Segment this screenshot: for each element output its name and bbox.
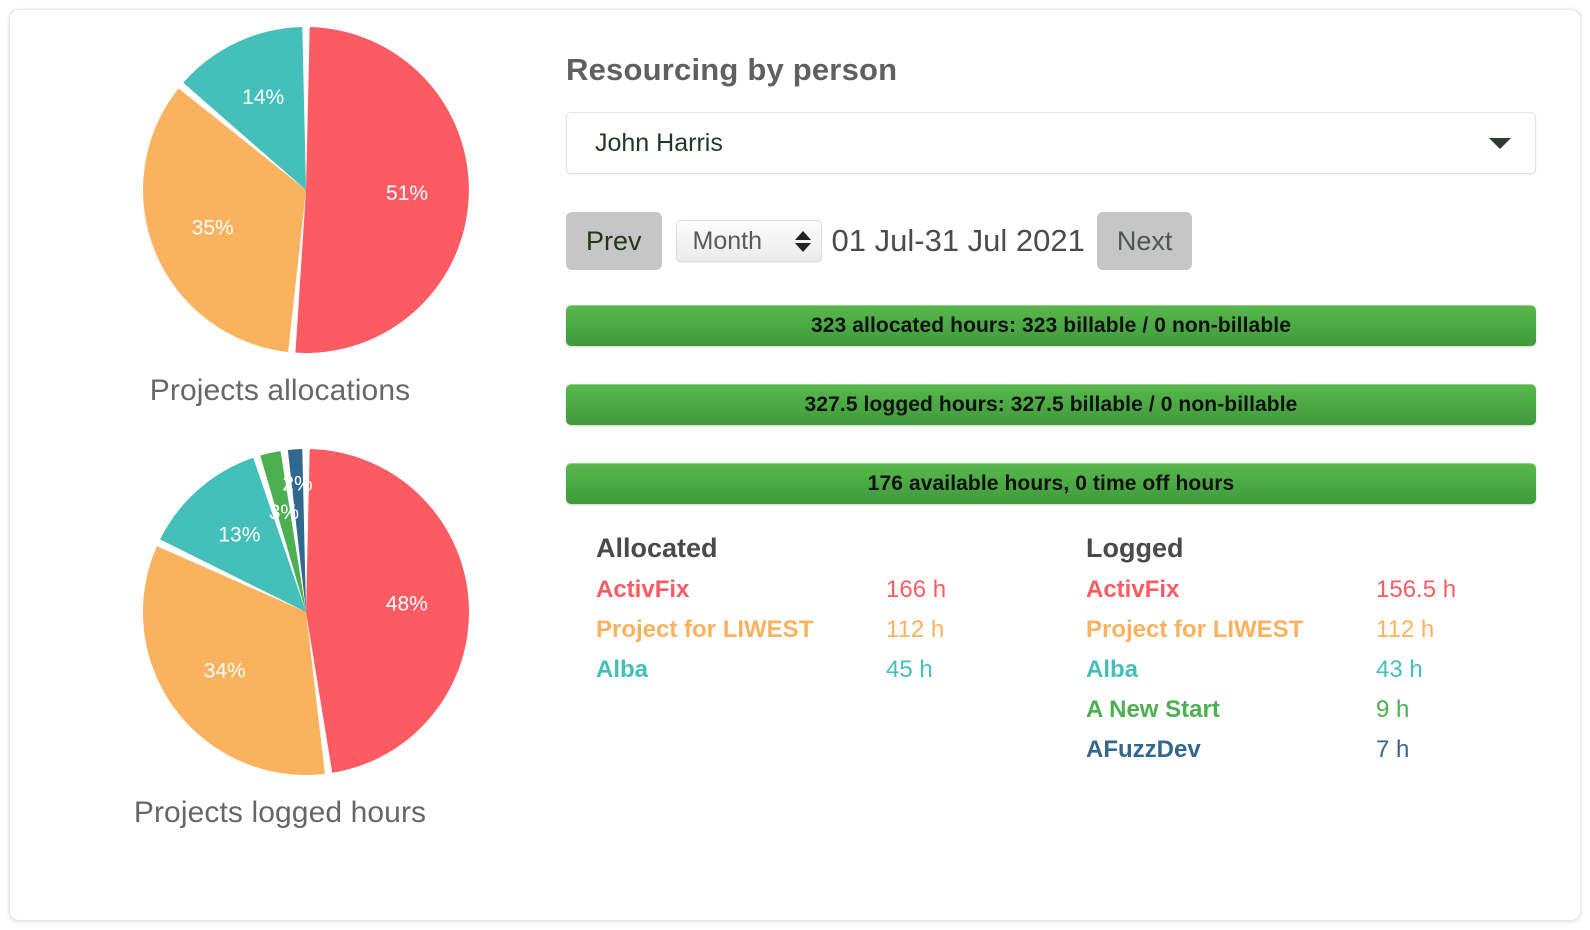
period-unit-value: Month [692, 226, 763, 255]
table-row: A New Start 9 h [1086, 690, 1506, 730]
table-row: Project for LIWEST 112 h [1086, 610, 1506, 650]
table-row: AFuzzDev 7 h [1086, 730, 1506, 770]
project-hours: 112 h [886, 616, 945, 643]
pie-slice-label: 3% [269, 501, 299, 524]
table-row: ActivFix 156.5 h [1086, 570, 1506, 610]
logged-hours-bar: 327.5 logged hours: 327.5 billable / 0 n… [566, 384, 1536, 425]
pie-slice-label: 2% [282, 473, 312, 496]
table-row: ActivFix 166 h [596, 570, 1016, 610]
pie-slice-label: 48% [386, 593, 428, 616]
projects-logged-hours-chart: 48% 34% 13% 3% 2% Projects logged hours [10, 442, 550, 830]
project-hours: 112 h [1376, 616, 1435, 643]
pie-slice-label: 35% [192, 216, 234, 239]
project-name: Alba [1086, 656, 1139, 683]
pie-slice-label: 34% [204, 660, 246, 683]
person-select-value: John Harris [595, 128, 723, 157]
project-hours: 156.5 h [1376, 576, 1457, 603]
project-hours: 9 h [1376, 696, 1410, 723]
charts-column: 51% 35% 14% Projects allocations 48% 34% 13%… [10, 10, 550, 920]
pie-slice-label: 13% [218, 524, 260, 547]
pie-slice [295, 27, 469, 353]
pie-slice-label: 51% [386, 182, 428, 205]
project-hours: 45 h [886, 656, 933, 683]
page-root: 51% 35% 14% Projects allocations 48% 34% 13%… [0, 0, 1590, 930]
breakdown-tables: Allocated ActivFix 166 h Project for LIWES… [566, 533, 1546, 770]
project-name: ActivFix [1086, 576, 1180, 603]
logged-table: Logged ActivFix 156.5 h Project for LIWEST… [1056, 533, 1546, 770]
project-hours: 166 h [886, 576, 947, 603]
resourcing-panel: Resourcing by person John Harris Prev Mo… [558, 10, 1568, 920]
logged-heading: Logged [1086, 533, 1184, 563]
period-range-label: 01 Jul-31 Jul 2021 [831, 223, 1085, 258]
projects-allocations-chart: 51% 35% 14% Projects allocations [10, 20, 550, 408]
page-title: Resourcing by person [566, 52, 898, 87]
person-select[interactable]: John Harris [566, 112, 1536, 174]
resourcing-card: 51% 35% 14% Projects allocations 48% 34% 13%… [9, 9, 1581, 921]
project-name: Project for LIWEST [1086, 616, 1304, 643]
project-name: Alba [596, 656, 649, 683]
project-name: A New Start [1086, 696, 1220, 723]
chevron-down-icon [1489, 137, 1511, 149]
project-hours: 7 h [1376, 736, 1410, 763]
allocated-heading: Allocated [596, 533, 718, 563]
allocated-hours-bar: 323 allocated hours: 323 billable / 0 no… [566, 305, 1536, 346]
prev-button[interactable]: Prev [566, 212, 662, 270]
available-hours-bar: 176 available hours, 0 time off hours [566, 463, 1536, 504]
allocated-table: Allocated ActivFix 166 h Project for LIWES… [566, 533, 1056, 770]
project-name: Project for LIWEST [596, 616, 814, 643]
allocations-pie-wrap: 51% 35% 14% [136, 20, 476, 360]
project-name: ActivFix [596, 576, 690, 603]
allocations-caption: Projects allocations [149, 374, 411, 407]
period-controls: Prev Month 01 Jul-31 Jul 2021 Next [566, 210, 1193, 272]
logged-caption: Projects logged hours [133, 796, 427, 829]
period-unit-select[interactable]: Month [675, 220, 822, 262]
pie-slice-label: 14% [242, 86, 284, 109]
logged-pie-svg: 48% 34% 13% 3% 2% [142, 449, 470, 776]
table-row: Alba 45 h [596, 650, 1016, 690]
table-row: Alba 43 h [1086, 650, 1506, 690]
project-name: AFuzzDev [1086, 736, 1201, 763]
logged-pie-wrap: 48% 34% 13% 3% 2% [136, 442, 476, 782]
project-hours: 43 h [1376, 656, 1423, 683]
next-button[interactable]: Next [1096, 212, 1193, 270]
table-row: Project for LIWEST 112 h [596, 610, 1016, 650]
updown-spinner-icon [794, 230, 811, 252]
allocations-pie-svg: 51% 35% 14% [142, 27, 469, 353]
